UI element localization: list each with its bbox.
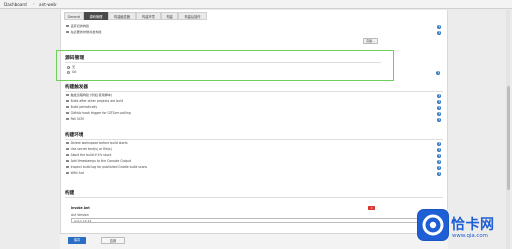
trigger-option[interactable]: Build periodically — [66, 105, 97, 110]
general-option-concurrent[interactable]: 在必要的时候并发构建 — [66, 30, 102, 35]
help-icon[interactable]: ? — [437, 24, 442, 29]
help-icon[interactable]: ? — [437, 147, 442, 152]
section-divider — [65, 91, 443, 92]
scrollbar-thumb[interactable] — [506, 86, 510, 190]
option-label: GitHub hook trigger for GITScm polling — [70, 111, 131, 115]
help-icon[interactable]: ? — [437, 117, 442, 122]
ant-version-label: Ant Version — [71, 213, 89, 217]
help-icon[interactable]: ? — [437, 141, 442, 146]
checkbox[interactable] — [66, 24, 69, 28]
tab-general[interactable]: General — [64, 12, 84, 20]
env-option[interactable]: Abort the build if it's stuck — [66, 153, 111, 158]
help-icon[interactable]: ? — [437, 153, 442, 158]
option-label: Build periodically — [70, 105, 98, 109]
general-option-discard[interactable]: 丢弃旧的构建 — [66, 24, 89, 29]
checkbox[interactable] — [66, 111, 69, 115]
option-label: 无 — [72, 65, 76, 69]
option-label: Delete workspace before build starts — [70, 141, 128, 145]
breadcrumb-job[interactable]: ant-web — [39, 2, 56, 7]
checkbox[interactable] — [66, 99, 69, 103]
option-label: Poll SCM — [70, 117, 84, 121]
apply-button[interactable]: 应用 — [101, 237, 125, 244]
trigger-option[interactable]: GitHub hook trigger for GITScm polling — [66, 111, 131, 116]
watermark-logo-icon — [418, 210, 448, 240]
scm-option-git[interactable]: Git — [67, 70, 76, 74]
help-icon[interactable]: ? — [437, 165, 442, 170]
trigger-option[interactable]: Poll SCM — [66, 117, 84, 122]
checkbox[interactable] — [66, 105, 69, 109]
option-label: Abort the build if it's stuck — [70, 153, 112, 157]
help-icon[interactable]: ? — [437, 171, 442, 176]
checkbox[interactable] — [66, 171, 69, 175]
delete-step-button[interactable]: X — [368, 206, 375, 210]
radio-button[interactable] — [67, 65, 70, 69]
config-panel: General 源码管理 构建触发器 构建环境 构建 构建后操作 丢弃旧的构建 … — [60, 10, 448, 249]
env-option[interactable]: With Ant — [66, 171, 84, 176]
help-icon[interactable]: ? — [437, 105, 442, 110]
option-label: 在必要的时候并发构建 — [70, 30, 102, 34]
env-option[interactable]: Delete workspace before build starts — [66, 141, 128, 146]
build-step-title: Invoke Ant — [71, 206, 90, 210]
checkbox[interactable] — [66, 141, 69, 145]
section-title-scm: 源码管理 — [65, 56, 85, 61]
tab-post-build[interactable]: 构建后操作 — [178, 12, 207, 20]
breadcrumb-dashboard[interactable]: Dashboard — [4, 2, 27, 7]
option-label: Use secret text(s) or file(s) — [70, 147, 112, 151]
env-option[interactable]: Add timestamps to the Console Output — [66, 159, 131, 164]
help-icon[interactable]: ? — [437, 111, 442, 116]
tab-build[interactable]: 构建 — [161, 12, 178, 20]
scm-option-none[interactable]: 无 — [67, 64, 75, 69]
breadcrumb-separator: › — [56, 1, 58, 7]
section-title-build: 构建 — [65, 191, 75, 196]
breadcrumb-separator: › — [33, 1, 35, 7]
option-label: Build after other projects are built — [70, 99, 124, 103]
top-bar: Dashboard › ant-web › — [0, 0, 512, 9]
radio-button[interactable] — [67, 70, 70, 74]
ant-version-select[interactable]: ant-1.10.12 — [71, 218, 439, 223]
section-title-environment: 构建环境 — [65, 133, 84, 138]
section-title-triggers: 构建触发器 — [65, 85, 88, 90]
section-divider — [65, 197, 443, 198]
option-label: 丢弃旧的构建 — [70, 24, 90, 28]
tab-triggers[interactable]: 构建触发器 — [108, 12, 136, 20]
checkbox[interactable] — [66, 159, 69, 163]
save-button[interactable]: 保存 — [68, 237, 86, 244]
checkbox[interactable] — [66, 93, 69, 97]
env-option[interactable]: Inspect build log for published Gradle b… — [66, 165, 147, 170]
env-option[interactable]: Use secret text(s) or file(s) — [66, 147, 112, 152]
option-label: Add timestamps to the Console Output — [70, 159, 132, 163]
section-divider — [65, 139, 443, 140]
watermark-url: www.qia.com — [452, 233, 488, 239]
help-icon[interactable]: ? — [437, 93, 442, 98]
checkbox[interactable] — [66, 30, 69, 34]
checkbox[interactable] — [66, 147, 69, 151]
help-icon[interactable]: ? — [437, 159, 442, 164]
option-label: Git — [72, 70, 77, 74]
help-icon[interactable]: ? — [437, 30, 442, 35]
tab-environment[interactable]: 构建环境 — [136, 12, 161, 20]
tab-scm[interactable]: 源码管理 — [84, 12, 108, 20]
trigger-option[interactable]: Build after other projects are built — [66, 99, 123, 104]
advanced-button[interactable]: 高级... — [363, 38, 378, 44]
watermark-glyph-icon — [422, 214, 444, 236]
option-label: 触发远程构建 (例如,使用脚本) — [70, 93, 113, 97]
checkbox[interactable] — [66, 153, 69, 157]
checkbox[interactable] — [66, 165, 69, 169]
checkbox[interactable] — [66, 117, 69, 121]
trigger-option[interactable]: 触发远程构建 (例如,使用脚本) — [66, 93, 112, 98]
help-icon[interactable]: ? — [437, 99, 442, 104]
section-divider — [65, 61, 381, 63]
scm-section-highlight — [56, 50, 394, 81]
watermark-title: 恰卡网 — [451, 217, 495, 233]
option-label: Inspect build log for published Gradle b… — [70, 165, 148, 169]
option-label: With Ant — [70, 171, 84, 175]
